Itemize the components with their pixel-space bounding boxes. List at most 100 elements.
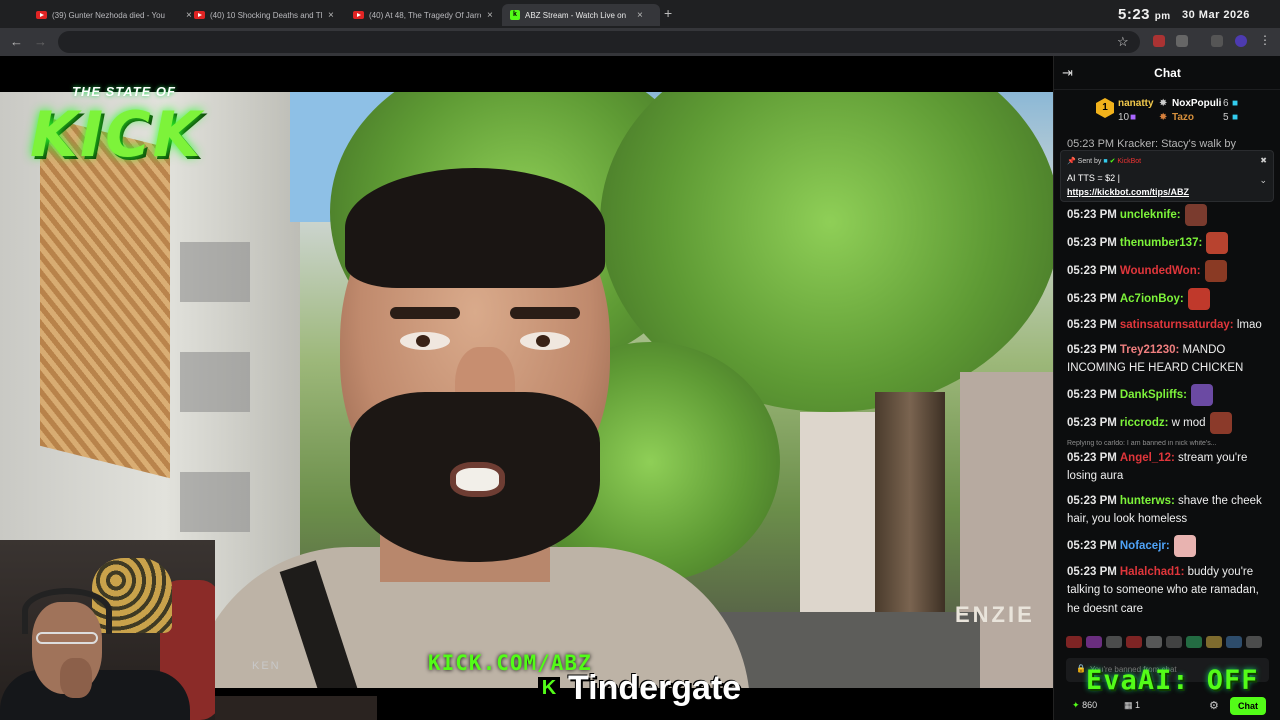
- puzzle-extension-icon[interactable]: [1176, 35, 1188, 47]
- message-username[interactable]: Nofacejr:: [1120, 540, 1170, 552]
- profile-avatar-icon[interactable]: [1235, 35, 1247, 47]
- close-tab-icon[interactable]: ×: [328, 10, 334, 21]
- message-username[interactable]: uncleknife:: [1120, 209, 1181, 221]
- leaderboard-third-name[interactable]: Tazo: [1172, 112, 1194, 123]
- message-username[interactable]: Angel_12:: [1120, 452, 1175, 464]
- emote-icon[interactable]: [1209, 411, 1232, 434]
- message-username[interactable]: Halalchad1:: [1120, 566, 1185, 578]
- second-place-icon: ✸: [1159, 98, 1168, 109]
- clock-time: 5:23: [1118, 6, 1151, 23]
- emote-icon[interactable]: [1173, 534, 1196, 557]
- message-timestamp: 05:23 PM: [1067, 539, 1117, 552]
- emote-icon[interactable]: [1106, 636, 1122, 648]
- video-person-brow: [390, 307, 460, 319]
- chat-message[interactable]: 05:23 PM Angel_12: stream you're losing a…: [1067, 449, 1273, 486]
- pinned-message[interactable]: 📌 Sent by ■ ✔ KickBot ✖ AI TTS = $2 | ht…: [1060, 150, 1274, 202]
- streamer-webcam: [0, 540, 215, 720]
- chat-message[interactable]: 05:23 PM satinsaturnsaturday: lmao: [1067, 316, 1273, 335]
- emote-icon[interactable]: [1206, 636, 1222, 648]
- chat-message[interactable]: 05:23 PM uncleknife:: [1067, 204, 1273, 226]
- chat-message-partial: 05:23 PM Kracker: Stacy's walk by: [1067, 138, 1236, 150]
- chat-message[interactable]: 05:23 PM hunterws: shave the cheek hair, …: [1067, 492, 1273, 529]
- kick-icon: k: [510, 10, 520, 20]
- tab-title: (40) At 48, The Tragedy Of Jarro: [369, 10, 481, 20]
- youtube-icon: [194, 11, 205, 19]
- leaderboard-second-name[interactable]: NoxPopuli: [1172, 98, 1221, 109]
- leaderboard-first-count: 10: [1118, 112, 1130, 123]
- close-tab-icon[interactable]: ×: [487, 10, 493, 21]
- chat-message[interactable]: 05:23 PM WoundedWon:: [1067, 260, 1273, 282]
- leaderboard-third-count: 5: [1223, 112, 1229, 123]
- message-timestamp: 05:23 PM: [1067, 343, 1117, 356]
- chat-message[interactable]: 05:23 PM Trey21230: MANDO INCOMING HE HEA…: [1067, 341, 1273, 378]
- browser-menu-icon[interactable]: ⋮: [1259, 33, 1271, 47]
- message-username[interactable]: WoundedWon:: [1120, 265, 1201, 277]
- message-text: lmao: [1236, 319, 1262, 331]
- collapse-chat-icon[interactable]: ⇥: [1062, 65, 1073, 81]
- emote-icon[interactable]: [1184, 204, 1207, 226]
- send-chat-button[interactable]: Chat: [1230, 697, 1266, 715]
- browser-tab-active[interactable]: k ABZ Stream - Watch Live on ×: [502, 4, 660, 26]
- message-username[interactable]: riccrodz:: [1120, 417, 1169, 429]
- emote-bar: [1066, 636, 1272, 650]
- emote-icon[interactable]: [1086, 636, 1102, 648]
- overlay-strip: [215, 696, 377, 720]
- chat-message[interactable]: 05:23 PM thenumber137:: [1067, 232, 1273, 254]
- extension-icon[interactable]: [1153, 35, 1165, 47]
- message-timestamp: 05:23 PM: [1067, 293, 1117, 306]
- unpin-icon[interactable]: ✖: [1260, 156, 1267, 165]
- emote-icon[interactable]: [1066, 636, 1082, 648]
- chat-message[interactable]: 05:23 PM riccrodz: w mod: [1067, 411, 1273, 434]
- chat-footer: ✦ 860 ▦ 1 ⚙ Chat: [1054, 692, 1280, 720]
- video-person-mouth: [450, 462, 505, 497]
- new-tab-button[interactable]: +: [664, 5, 672, 21]
- media-control-icon[interactable]: [1211, 35, 1223, 47]
- leaderboard-first-name[interactable]: nanatty: [1118, 98, 1154, 109]
- message-username[interactable]: Trey21230:: [1120, 344, 1179, 356]
- gift-leaderboard: 1 nanatty 10 ■ ✸ NoxPopuli 6 ■ ✸ Tazo 5 …: [1054, 92, 1280, 134]
- tab-title: (39) Gunter Nezhoda died - You: [52, 10, 165, 20]
- verified-icon: ✔: [1109, 158, 1116, 165]
- back-arrow-icon[interactable]: ←: [10, 34, 23, 49]
- emote-icon[interactable]: [1206, 232, 1229, 254]
- kick-coins[interactable]: ✦ 860: [1072, 700, 1097, 711]
- gift-count[interactable]: ▦ 1: [1124, 700, 1140, 711]
- message-username[interactable]: thenumber137:: [1120, 237, 1202, 249]
- chat-message[interactable]: 05:23 PM DankSpliffs:: [1067, 383, 1273, 406]
- emote-icon[interactable]: [1204, 260, 1227, 282]
- browser-tab[interactable]: (40) At 48, The Tragedy Of Jarro ×: [345, 4, 501, 26]
- forward-arrow-icon[interactable]: →: [34, 34, 47, 49]
- bookmark-star-icon[interactable]: ☆: [1117, 34, 1129, 50]
- reply-reference[interactable]: Replying to carldo: I am banned in nick …: [1067, 440, 1273, 447]
- browser-tab[interactable]: (40) 10 Shocking Deaths and Th ×: [186, 4, 342, 26]
- youtube-icon: [36, 11, 47, 19]
- message-timestamp: 05:23 PM: [1067, 209, 1117, 222]
- close-tab-icon[interactable]: ×: [637, 10, 643, 21]
- chat-message[interactable]: 05:23 PM Ac7ionBoy:: [1067, 288, 1273, 310]
- emote-icon[interactable]: [1186, 636, 1202, 648]
- emote-icon[interactable]: [1126, 636, 1142, 648]
- pin-icon: 📌: [1067, 158, 1076, 165]
- message-username[interactable]: satinsaturnsaturday:: [1120, 319, 1234, 331]
- chevron-down-icon[interactable]: ⌄: [1259, 175, 1267, 186]
- emote-icon[interactable]: [1190, 383, 1213, 406]
- emote-icon[interactable]: [1246, 636, 1262, 648]
- emote-icon[interactable]: [1226, 636, 1242, 648]
- message-username[interactable]: hunterws:: [1120, 495, 1175, 507]
- emote-icon[interactable]: [1187, 288, 1210, 310]
- chat-message[interactable]: 05:23 PM Nofacejr:: [1067, 534, 1273, 557]
- browser-tab[interactable]: (39) Gunter Nezhoda died - You ×: [28, 4, 200, 26]
- message-username[interactable]: DankSpliffs:: [1120, 389, 1187, 401]
- emote-icon[interactable]: [1146, 636, 1162, 648]
- pinned-bot-name[interactable]: KickBot: [1117, 158, 1141, 165]
- gear-icon[interactable]: ⚙: [1209, 699, 1219, 712]
- evaai-status-overlay: EvaAI: OFF: [1086, 665, 1259, 696]
- emote-icon[interactable]: [1166, 636, 1182, 648]
- chat-message[interactable]: 05:23 PM Halalchad1: buddy you're talking…: [1067, 563, 1273, 619]
- pinned-tip-link[interactable]: https://kickbot.com/tips/ABZ: [1067, 187, 1189, 197]
- message-username[interactable]: Ac7ionBoy:: [1120, 293, 1184, 305]
- message-timestamp: 05:23 PM: [1067, 265, 1117, 278]
- message-timestamp: 05:23 PM: [1067, 565, 1117, 578]
- url-omnibox[interactable]: [58, 31, 1140, 53]
- message-timestamp: 05:23 PM: [1067, 237, 1117, 250]
